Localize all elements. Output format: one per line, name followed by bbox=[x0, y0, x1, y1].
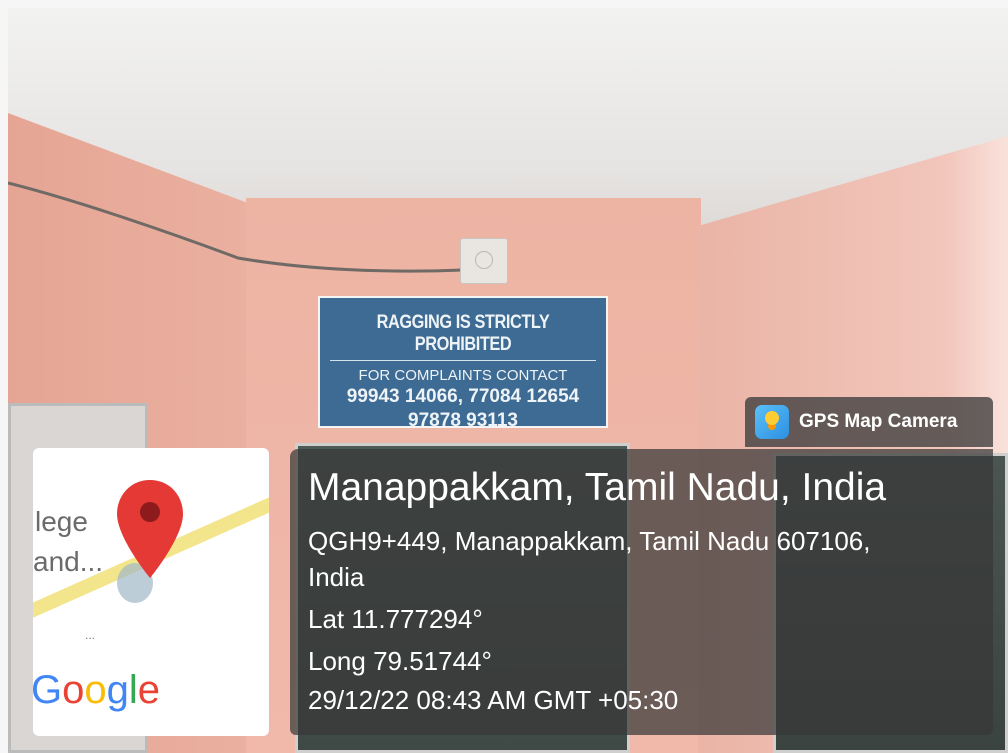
timestamp: 29/12/22 08:43 AM GMT +05:30 bbox=[308, 685, 679, 715]
address-line-2: India bbox=[308, 562, 365, 592]
gps-app-badge: GPS Map Camera bbox=[745, 397, 993, 447]
google-logo: Google bbox=[33, 668, 161, 712]
wall-socket bbox=[460, 238, 508, 284]
map-label-line1: lege bbox=[35, 506, 88, 537]
notice-phones-1: 99943 14066, 77084 12654 bbox=[346, 386, 580, 407]
notice-phones-2: 97878 93113 bbox=[408, 410, 518, 431]
map-thumbnail[interactable]: lege and... ... Google bbox=[33, 448, 269, 736]
map-label-line2: and... bbox=[33, 546, 104, 577]
notice-subtitle: FOR COMPLAINTS CONTACT bbox=[358, 367, 568, 384]
location-info-panel: Manappakkam, Tamil Nadu, India QGH9+449,… bbox=[290, 449, 993, 735]
latitude: Lat 11.777294° bbox=[308, 604, 483, 634]
gps-app-name: GPS Map Camera bbox=[799, 411, 958, 432]
map-ellipsis: ... bbox=[85, 628, 96, 642]
place-name: Manappakkam, Tamil Nadu, India bbox=[308, 466, 887, 509]
notice-divider bbox=[330, 360, 596, 361]
address-line-1: QGH9+449, Manappakkam, Tamil Nadu 607106… bbox=[308, 526, 871, 556]
gps-camera-icon bbox=[755, 405, 789, 439]
wall-cable bbox=[8, 181, 464, 273]
notice-title: RAGGING IS STRICTLY PROHIBITED bbox=[376, 312, 550, 355]
location-pin-icon bbox=[117, 480, 183, 603]
notice-board: RAGGING IS STRICTLY PROHIBITED FOR COMPL… bbox=[318, 296, 608, 431]
longitude: Long 79.51744° bbox=[308, 646, 492, 676]
